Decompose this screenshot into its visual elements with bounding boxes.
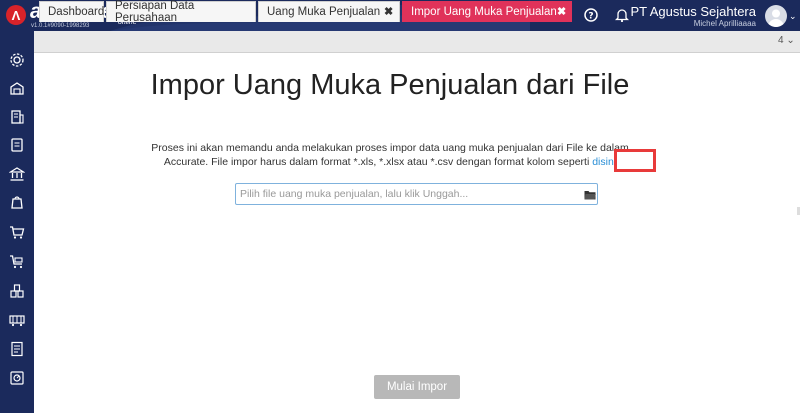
tab-uang-muka-penjualan[interactable]: Uang Muka Penjualan ✖ [258,1,400,22]
link-highlight-box [614,149,656,172]
tab-close-icon[interactable]: ✖ [384,5,393,18]
folder-icon[interactable] [584,187,596,200]
chevron-down-icon[interactable]: ⌄ [789,11,797,22]
tab-dashboard[interactable]: Dashboard [39,1,104,22]
company-info[interactable]: PT Agustus Sejahtera Michel Aprilliaaaa [630,4,756,28]
help-icon[interactable]: ? [583,7,599,23]
tab-label: Dashboard [48,6,105,18]
page-title: Impor Uang Muka Penjualan dari File [150,69,630,101]
file-picker-input[interactable]: Pilih file uang muka penjualan, lalu kli… [235,183,598,205]
tab-persiapan-data[interactable]: Persiapan Data Perusahaan [106,0,256,24]
main-content [34,53,800,413]
book-icon[interactable] [8,136,26,154]
description-text: Proses ini akan memandu anda melakukan p… [151,142,629,168]
template-link[interactable]: disini [592,156,616,168]
sidebar [0,31,34,413]
accurate-logo-icon: Λ [6,5,26,25]
user-name: Michel Aprilliaaaa [693,19,756,28]
tab-label: Impor Uang Muka Penjualan [411,6,557,18]
app-version: v1.0.1#9090-1998293 [31,23,90,29]
bank-icon[interactable] [8,165,26,183]
chevron-down-icon: ⌄ [783,35,795,46]
file-input-placeholder: Pilih file uang muka penjualan, lalu kli… [240,188,469,200]
svg-text:?: ? [588,12,593,22]
page-description: Proses ini akan memandu anda melakukan p… [140,141,640,169]
purchase-cart-icon[interactable] [8,253,26,271]
tab-close-icon[interactable]: ✖ [557,5,566,18]
avatar[interactable] [765,5,787,27]
tab-label: Persiapan Data Perusahaan [115,0,195,24]
company-name: PT Agustus Sejahtera [630,4,756,19]
gear-icon[interactable] [8,51,26,69]
cart-icon[interactable] [8,223,26,241]
bag-icon[interactable] [8,193,26,211]
dashboard-icon[interactable] [8,369,26,387]
truck-icon[interactable] [8,311,26,329]
tab-label: Uang Muka Penjualan [267,6,381,18]
warehouse-icon[interactable] [8,282,26,300]
building-icon[interactable] [8,108,26,126]
bell-icon[interactable] [614,7,630,23]
tab-bar [34,31,800,53]
start-import-button[interactable]: Mulai Impor [374,375,460,399]
report-icon[interactable] [8,340,26,358]
tab-impor-uang-muka[interactable]: Impor Uang Muka Penjualan ✖ [402,1,572,22]
tab-overflow-menu[interactable]: 4 ⌄ [778,35,795,46]
inventory-icon[interactable] [8,79,26,97]
